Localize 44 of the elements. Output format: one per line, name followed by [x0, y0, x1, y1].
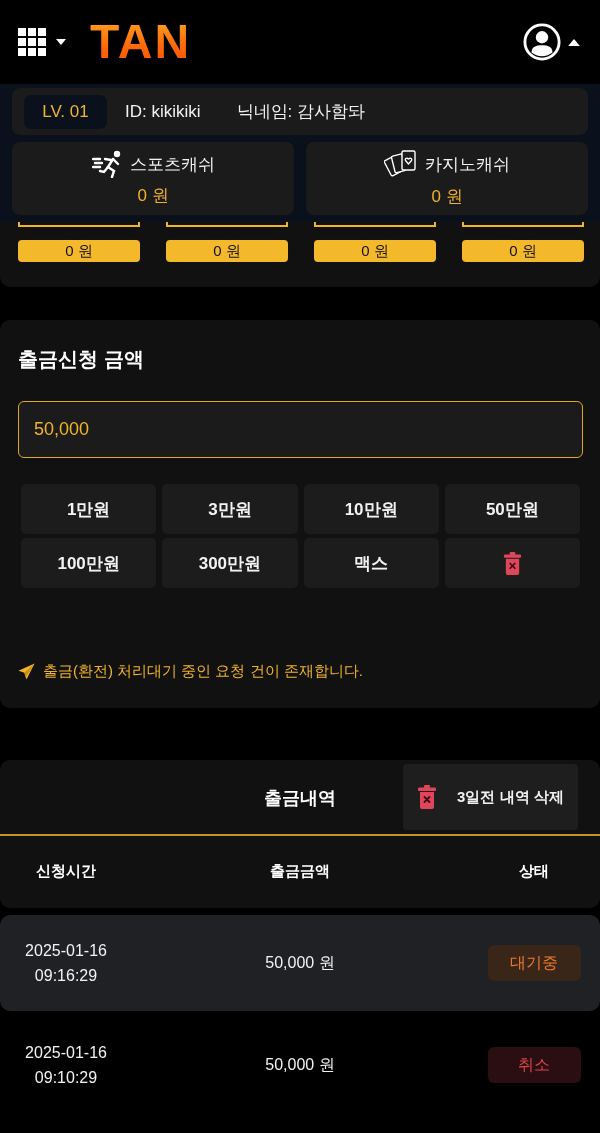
trash-icon [502, 551, 522, 575]
status-badge: 취소 [487, 1047, 581, 1083]
amount-button[interactable]: 10만원 [303, 484, 439, 534]
section-title: 출금내역 [264, 787, 336, 810]
wallet-balance: 0 원 [314, 240, 436, 262]
wallet-balance: 0 원 [166, 240, 288, 262]
amount-button[interactable]: 3만원 [162, 484, 298, 534]
cash-label: 스포츠캐쉬 [129, 153, 215, 176]
amount-input[interactable]: 50,000 [18, 401, 583, 458]
amount-button[interactable]: 맥스 [303, 538, 439, 588]
level-badge: LV. 01 [24, 94, 107, 129]
user-id: ID: kikikiki [125, 101, 201, 122]
caret-icon [56, 39, 66, 45]
section-title: 출금신청 금액 [18, 347, 144, 372]
amount-button[interactable]: 1만원 [21, 484, 157, 534]
notice-text: 출금(환전) 처리대기 중인 요청 건이 존재합니다. [43, 662, 363, 681]
request-time: 2025-01-16 09:10:29 [25, 1043, 107, 1088]
request-time: 2025-01-16 09:16:29 [25, 941, 107, 986]
cash-amount: 0 원 [137, 185, 169, 207]
caret-icon [568, 38, 580, 46]
running-figure-icon [91, 150, 122, 178]
menu-button[interactable] [18, 28, 66, 56]
menu-icon [18, 28, 46, 56]
user-nickname: 닉네임: 감사함돠 [236, 101, 365, 123]
wallet-balance: 0 원 [18, 240, 140, 262]
user-menu-button[interactable] [523, 23, 580, 61]
cash-amount: 0 원 [431, 186, 463, 208]
withdraw-amount: 50,000 원 [265, 952, 335, 973]
column-header: 신청시간 [36, 861, 96, 881]
playing-cards-icon [384, 149, 417, 179]
trash-icon [417, 785, 437, 809]
amount-button[interactable]: 300만원 [162, 538, 298, 588]
delete-history-button[interactable]: 3일전 내역 삭제 [403, 764, 578, 830]
paper-plane-icon [18, 663, 35, 680]
column-header: 출금금액 [270, 861, 330, 881]
cash-label: 카지노캐쉬 [425, 153, 510, 176]
withdraw-amount: 50,000 원 [265, 1054, 335, 1075]
user-avatar-icon [523, 23, 561, 61]
status-badge: 대기중 [487, 945, 581, 981]
wallet-balance: 0 원 [462, 240, 584, 262]
amount-button[interactable]: 100만원 [21, 538, 157, 588]
clear-button[interactable] [444, 538, 580, 588]
column-header: 상태 [519, 861, 549, 881]
amount-button[interactable]: 50만원 [444, 484, 580, 534]
